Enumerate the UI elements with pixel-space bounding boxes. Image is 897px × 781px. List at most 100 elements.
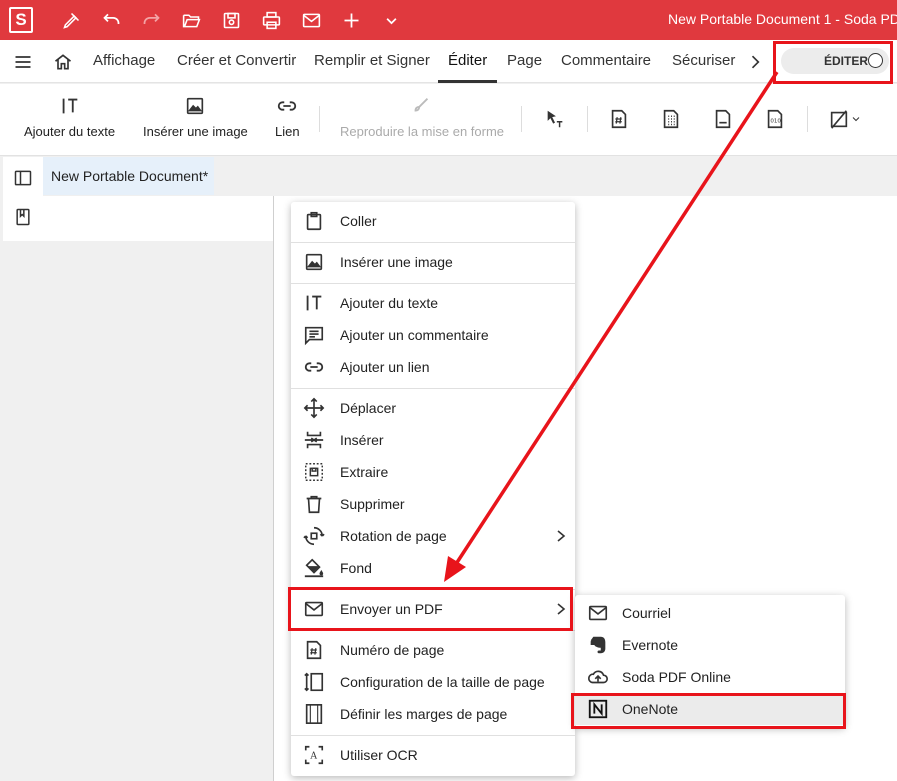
- add-text-button[interactable]: Ajouter du texte: [24, 84, 116, 156]
- home-icon: [54, 53, 72, 69]
- image-icon: [305, 253, 323, 271]
- link-button[interactable]: Lien: [273, 84, 301, 156]
- menu-item-label: Ajouter du texte: [340, 295, 439, 311]
- menu-item-inserer[interactable]: Insérer: [291, 424, 575, 456]
- move-icon: [303, 397, 325, 419]
- insert-image-button[interactable]: Insérer une image: [143, 84, 248, 156]
- header-footer-tool[interactable]: [711, 106, 735, 132]
- tab-commentaire[interactable]: Commentaire: [561, 52, 651, 69]
- open-folder-icon: [182, 13, 201, 27]
- menu-item-label: Insérer: [340, 432, 384, 448]
- page-number-icon: [306, 640, 322, 660]
- comment-icon: [304, 326, 324, 346]
- submenu-item-label: Soda PDF Online: [622, 669, 731, 685]
- highlight-edit-toggle: [773, 41, 893, 84]
- menu-item-label: Ajouter un lien: [340, 359, 430, 375]
- format-painter-button[interactable]: Reproduire la mise en forme: [340, 84, 505, 156]
- submenu-item-evernote[interactable]: Evernote: [575, 629, 845, 661]
- title-bar: S New Portable Document 1 - Soda PDF: [0, 0, 897, 40]
- menu-item-numero-page[interactable]: Numéro de page: [291, 634, 575, 666]
- svg-text:A: A: [309, 751, 317, 762]
- ribbon-separator: [521, 106, 522, 132]
- menu-item-extraire[interactable]: Extraire: [291, 456, 575, 488]
- menu-item-inserer-image[interactable]: Insérer une image: [291, 246, 575, 278]
- print-icon: [262, 11, 280, 29]
- cursor-text-icon: [547, 110, 563, 128]
- ribbon-separator: [807, 106, 808, 132]
- cloud-icon: [588, 670, 608, 684]
- tab-creer-convertir[interactable]: Créer et Convertir: [177, 52, 296, 69]
- page-margins-tool[interactable]: [659, 106, 683, 132]
- menu-separator: [291, 388, 575, 389]
- hamburger-button[interactable]: [8, 40, 38, 83]
- menu-item-ocr[interactable]: A Utiliser OCR: [291, 739, 575, 771]
- mail-button[interactable]: [291, 0, 331, 40]
- menu-item-ajouter-commentaire[interactable]: Ajouter un commentaire: [291, 319, 575, 351]
- add-text-label: Ajouter du texte: [24, 124, 116, 139]
- more-tabs-button[interactable]: [745, 40, 765, 83]
- app-logo[interactable]: S: [9, 7, 33, 33]
- menu-item-rotation-page[interactable]: Rotation de page: [291, 520, 575, 552]
- tab-affichage[interactable]: Affichage: [93, 52, 155, 69]
- select-text-tool[interactable]: [543, 106, 567, 132]
- paint-bucket-icon: [304, 558, 324, 578]
- menu-item-taille-page[interactable]: Configuration de la taille de page: [291, 666, 575, 698]
- ribbon-toolbar: Ajouter du texte Insérer une image Lien …: [0, 84, 897, 156]
- tab-page[interactable]: Page: [507, 52, 542, 69]
- brush-icon: [414, 98, 429, 112]
- insert-image-label: Insérer une image: [143, 124, 248, 139]
- pen-button[interactable]: [51, 0, 91, 40]
- save-button[interactable]: [211, 0, 251, 40]
- bookmark-icon[interactable]: [13, 207, 33, 227]
- tab-remplir-signer[interactable]: Remplir et Signer: [314, 52, 430, 69]
- menu-item-label: Rotation de page: [340, 528, 447, 544]
- menu-item-label: Déplacer: [340, 400, 397, 416]
- workspace-gutter: [3, 241, 273, 781]
- tab-securiser[interactable]: Sécuriser: [672, 52, 735, 69]
- menu-item-deplacer[interactable]: Déplacer: [291, 392, 575, 424]
- submenu-item-label: Courriel: [622, 605, 672, 621]
- menu-item-supprimer[interactable]: Supprimer: [291, 488, 575, 520]
- chevron-down-icon: [852, 117, 860, 122]
- svg-text:010: 010: [770, 119, 781, 125]
- text-cursor-icon: [62, 98, 78, 114]
- menu-item-label: Coller: [340, 213, 377, 229]
- menu-item-fond[interactable]: Fond: [291, 552, 575, 584]
- menu-item-ajouter-texte[interactable]: Ajouter du texte: [291, 287, 575, 319]
- chevron-down-icon: [386, 17, 396, 24]
- panel-toggle-icon[interactable]: [13, 168, 33, 188]
- format-painter-label: Reproduire la mise en forme: [340, 124, 505, 139]
- shape-slash-icon: [830, 110, 848, 129]
- menu-item-ajouter-lien[interactable]: Ajouter un lien: [291, 351, 575, 383]
- chevron-right-icon: [751, 55, 760, 68]
- trash-icon: [306, 495, 322, 514]
- open-button[interactable]: [171, 0, 211, 40]
- plus-icon: [344, 13, 358, 27]
- submenu-item-soda-online[interactable]: Soda PDF Online: [575, 661, 845, 693]
- context-menu: Coller Insérer une image Ajouter du text…: [291, 202, 575, 776]
- redo-icon: [143, 13, 160, 24]
- submenu-item-courriel[interactable]: Courriel: [575, 597, 845, 629]
- menu-item-marges-page[interactable]: Définir les marges de page: [291, 698, 575, 730]
- document-tab[interactable]: New Portable Document*: [43, 157, 214, 195]
- shape-tool-dropdown[interactable]: [826, 106, 864, 132]
- link-icon: [277, 101, 297, 111]
- page-lines-icon: [715, 109, 731, 129]
- menu-item-label: Configuration de la taille de page: [340, 674, 545, 690]
- page-number-tool[interactable]: [607, 106, 631, 132]
- menu-separator: [291, 283, 575, 284]
- tab-editer[interactable]: Éditer: [448, 52, 487, 69]
- home-button[interactable]: [48, 40, 78, 83]
- menu-item-label: Supprimer: [340, 496, 405, 512]
- bates-tool[interactable]: 010: [763, 106, 787, 132]
- redo-button[interactable]: [131, 0, 171, 40]
- menu-item-coller[interactable]: Coller: [291, 205, 575, 237]
- menu-item-label: Insérer une image: [340, 254, 453, 270]
- clipboard-icon: [306, 211, 322, 231]
- more-quick-button[interactable]: [371, 0, 411, 40]
- print-button[interactable]: [251, 0, 291, 40]
- undo-button[interactable]: [91, 0, 131, 40]
- add-button[interactable]: [331, 0, 371, 40]
- active-tab-indicator: [438, 80, 497, 83]
- rotate-icon: [303, 526, 325, 546]
